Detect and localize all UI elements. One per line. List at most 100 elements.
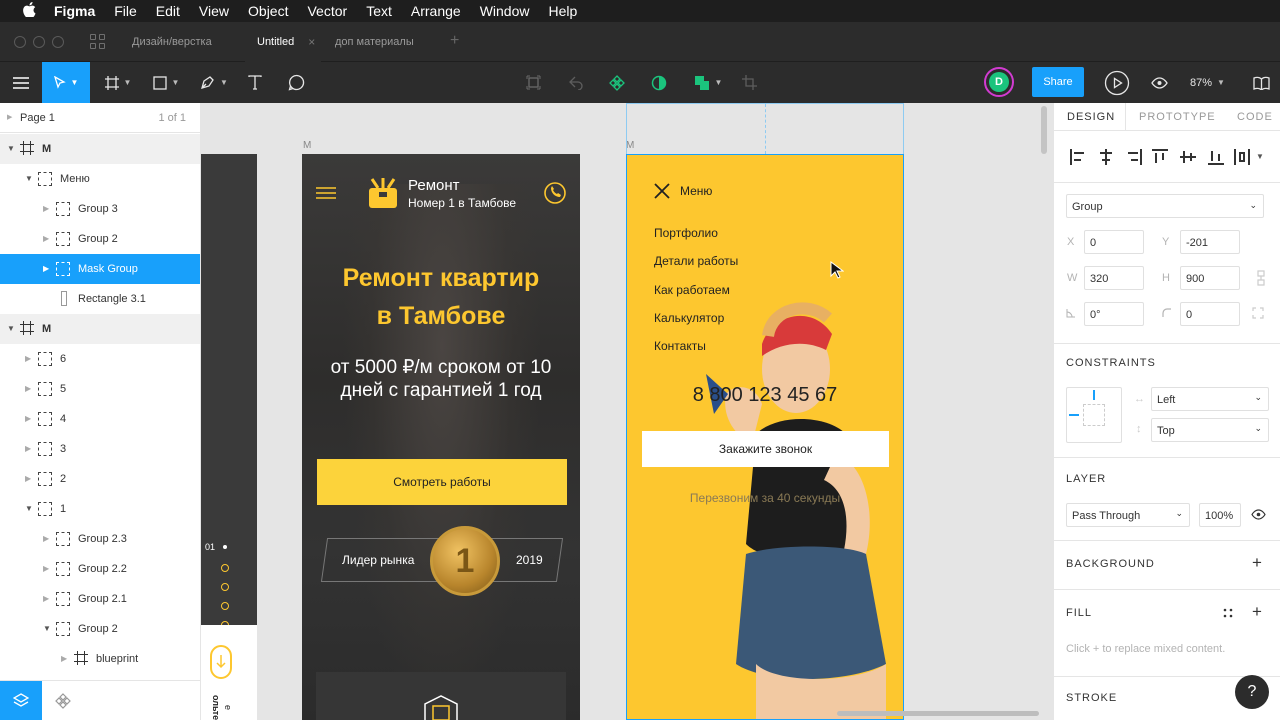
menu-arrange[interactable]: Arrange: [411, 3, 461, 19]
menu-file[interactable]: File: [114, 3, 137, 19]
crop-button[interactable]: [738, 62, 760, 103]
add-background-icon[interactable]: +: [1252, 553, 1262, 573]
layer-menu-group[interactable]: ▼ Меню: [0, 164, 200, 194]
hamburger-icon[interactable]: [316, 186, 336, 200]
chevron-down-icon[interactable]: ▼: [7, 324, 15, 333]
chevron-right-icon[interactable]: ▶: [25, 474, 31, 483]
chevron-right-icon[interactable]: ▶: [43, 234, 49, 243]
layer-group-2c[interactable]: ▼ Group 2: [0, 614, 200, 644]
menu-figma[interactable]: Figma: [54, 3, 95, 19]
align-bottom-icon[interactable]: [1208, 149, 1224, 165]
frame-label[interactable]: M: [303, 140, 311, 151]
frame-mobile-menu[interactable]: Меню Портфолио Детали работы Как работае…: [626, 154, 904, 720]
comment-tool-button[interactable]: [282, 62, 310, 103]
align-center-icon[interactable]: [1098, 149, 1114, 165]
styles-icon[interactable]: [1223, 608, 1233, 618]
tab-untitled[interactable]: Untitled ×: [245, 22, 321, 62]
layer-blueprint[interactable]: ▶ blueprint: [0, 644, 200, 674]
menu-object[interactable]: Object: [248, 3, 288, 19]
pen-tool-button[interactable]: ▼: [194, 62, 234, 103]
menu-link-calculator[interactable]: Калькулятор: [654, 311, 724, 325]
apple-icon[interactable]: [20, 1, 38, 21]
boolean-button[interactable]: ▼: [688, 62, 728, 103]
frame-left-partial[interactable]: 01 ольте е: [201, 154, 257, 720]
chevron-down-icon[interactable]: ▼: [1256, 152, 1264, 161]
rotation-input[interactable]: 0°: [1084, 302, 1144, 326]
tab-design-layout[interactable]: Дизайн/верстка: [120, 22, 224, 62]
menu-window[interactable]: Window: [480, 3, 530, 19]
close-tab-icon[interactable]: ×: [308, 35, 315, 49]
layer-group-2-1[interactable]: ▶ Group 2.1: [0, 584, 200, 614]
menu-link-portfolio[interactable]: Портфолио: [654, 226, 718, 240]
layer-group-2b[interactable]: ▶ 2: [0, 464, 200, 494]
y-input[interactable]: -201: [1180, 230, 1240, 254]
chevron-down-icon[interactable]: ▼: [43, 624, 51, 633]
align-middle-icon[interactable]: [1180, 149, 1196, 165]
blend-mode-dropdown[interactable]: Pass Through ⌄: [1066, 503, 1190, 527]
height-input[interactable]: 900: [1180, 266, 1240, 290]
align-right-icon[interactable]: [1126, 149, 1142, 165]
distribute-icon[interactable]: [1234, 149, 1250, 165]
new-tab-icon[interactable]: +: [450, 32, 459, 50]
independent-corners-icon[interactable]: [1252, 307, 1264, 319]
layer-mask-group[interactable]: ▶ Mask Group: [0, 254, 200, 284]
layers-tab-button[interactable]: [0, 681, 42, 720]
chevron-down-icon[interactable]: ▼: [25, 504, 33, 513]
share-button[interactable]: Share: [1032, 67, 1084, 97]
layer-group-3b[interactable]: ▶ 3: [0, 434, 200, 464]
chevron-right-icon[interactable]: ▶: [25, 354, 31, 363]
pagination-dot[interactable]: [221, 602, 229, 610]
menu-edit[interactable]: Edit: [156, 3, 180, 19]
chevron-down-icon[interactable]: ▼: [25, 174, 33, 183]
main-menu-button[interactable]: [0, 62, 42, 103]
chevron-right-icon[interactable]: ▶: [25, 414, 31, 423]
user-avatar[interactable]: D: [984, 67, 1014, 97]
minimize-window-button[interactable]: [33, 36, 45, 48]
add-fill-icon[interactable]: +: [1252, 602, 1262, 622]
phone-icon[interactable]: [544, 182, 566, 204]
layer-group-2-3[interactable]: ▶ Group 2.3: [0, 524, 200, 554]
pagination-dot[interactable]: [221, 583, 229, 591]
frame-mobile-home[interactable]: Ремонт Номер 1 в Тамбове Ремонт квартир …: [302, 154, 580, 720]
shape-tool-button[interactable]: ▼: [146, 62, 186, 103]
layer-group-2[interactable]: ▶ Group 2: [0, 224, 200, 254]
chevron-right-icon[interactable]: ▶: [43, 594, 49, 603]
phone-number[interactable]: 8 800 123 45 67: [626, 384, 904, 407]
zoom-dropdown[interactable]: 87% ▼: [1190, 62, 1225, 103]
chevron-down-icon[interactable]: ▼: [7, 144, 15, 153]
mask-button[interactable]: [646, 62, 672, 103]
help-button[interactable]: ?: [1235, 675, 1269, 709]
align-left-icon[interactable]: [1070, 149, 1086, 165]
layer-group-1[interactable]: ▼ 1: [0, 494, 200, 524]
layer-frame-m-2[interactable]: ▼ M: [0, 314, 200, 344]
library-button[interactable]: [1250, 62, 1272, 103]
chevron-right-icon[interactable]: ▶: [43, 564, 49, 573]
menu-link-contacts[interactable]: Контакты: [654, 339, 706, 353]
chevron-right-icon[interactable]: ▶: [61, 654, 67, 663]
chevron-right-icon[interactable]: ▶: [43, 204, 49, 213]
layer-type-dropdown[interactable]: Group ⌄: [1066, 194, 1264, 218]
file-browser-icon[interactable]: [90, 34, 106, 50]
menu-view[interactable]: View: [199, 3, 229, 19]
chevron-right-icon[interactable]: ▶: [25, 444, 31, 453]
horizontal-scrollbar[interactable]: [837, 711, 1039, 716]
constraint-top-bar[interactable]: [1093, 390, 1095, 400]
reset-button[interactable]: [562, 62, 588, 103]
page-selector[interactable]: ▶ Page 1 1 of 1: [0, 103, 200, 133]
order-call-button[interactable]: Закажите звонок: [642, 431, 889, 467]
frame-tool-button[interactable]: ▼: [98, 62, 138, 103]
constrain-proportions-icon[interactable]: [1256, 270, 1266, 286]
tab-prototype[interactable]: PROTOTYPE: [1139, 111, 1216, 123]
corner-radius-input[interactable]: 0: [1180, 302, 1240, 326]
create-component-button[interactable]: [604, 62, 630, 103]
view-only-button[interactable]: [1148, 62, 1170, 103]
menu-vector[interactable]: Vector: [307, 3, 347, 19]
constraint-left-bar[interactable]: [1069, 414, 1079, 416]
maximize-window-button[interactable]: [52, 36, 64, 48]
chevron-right-icon[interactable]: ▶: [43, 264, 49, 273]
chevron-right-icon[interactable]: ▶: [43, 534, 49, 543]
canvas[interactable]: 01 ольте е M M Ремонт Номер 1 в Тамбове …: [201, 103, 1053, 720]
tab-design[interactable]: DESIGN: [1067, 111, 1115, 123]
layer-rectangle[interactable]: Rectangle 3.1: [0, 284, 200, 314]
view-works-button[interactable]: Смотреть работы: [317, 459, 567, 505]
